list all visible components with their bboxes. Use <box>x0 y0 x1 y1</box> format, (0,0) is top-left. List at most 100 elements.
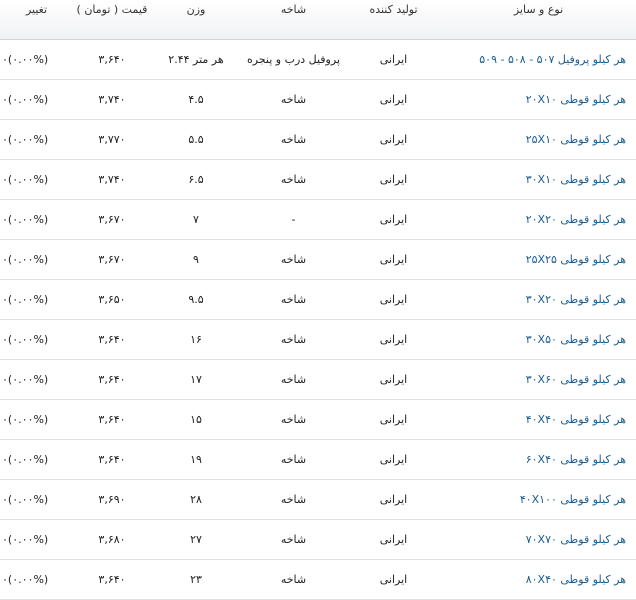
table-row: هر کیلو قوطی ۷۰X۷۰ ایرانی شاخه ۲۷ ۳,۶۸۰ (۰.۰۰… <box>0 519 636 560</box>
producer-column-cell: ایرانی <box>346 39 441 80</box>
producer-column-cell: ایرانی <box>346 279 441 320</box>
product-type-link[interactable]: هر کیلو قوطی ۲۰X۱۰ <box>526 93 626 106</box>
price-cell: ۳,۶۴۰ <box>98 53 126 66</box>
weight-cell: ۲۸ <box>190 493 202 506</box>
type-column-cell: هر کیلو قوطی ۴۰X۴۰ <box>441 399 636 440</box>
product-type-link[interactable]: هر کیلو قوطی ۴۰X۱۰۰ <box>520 493 626 506</box>
branch-cell: شاخه <box>280 493 307 506</box>
branch-column-cell: شاخه <box>241 519 346 560</box>
price-column-cell: ۳,۶۴۰ <box>73 39 151 80</box>
producer-cell: ایرانی <box>379 493 408 506</box>
change-column-cell: (۰.۰۰%)۰ <box>0 159 73 200</box>
weight-cell: ۹ <box>193 253 199 266</box>
producer-cell: ایرانی <box>379 373 408 386</box>
producer-cell: ایرانی <box>379 53 408 66</box>
weight-column-cell: ۹ <box>151 239 241 280</box>
weight-cell: ۱۹ <box>190 453 202 466</box>
type-column-cell: هر کیلو قوطی ۲۰X۲۰ <box>441 199 636 240</box>
producer-column-cell: ایرانی <box>346 359 441 400</box>
table-row: هر کیلو قوطی ۴۰X۱۰۰ ایرانی شاخه ۲۸ ۳,۶۹۰ (۰.۰… <box>0 479 636 520</box>
product-type-link[interactable]: هر کیلو قوطی ۳۰X۶۰ <box>526 373 626 386</box>
branch-cell: شاخه <box>280 93 307 106</box>
branch-cell: شاخه <box>280 133 307 146</box>
product-type-link[interactable]: هر کیلو قوطی ۴۰X۴۰ <box>526 413 626 426</box>
branch-cell: شاخه <box>280 573 307 586</box>
table-row: هر کیلو قوطی ۸۰X۴۰ ایرانی شاخه ۲۳ ۳,۶۴۰ (۰.۰۰… <box>0 559 636 600</box>
price-cell: ۳,۶۸۰ <box>98 533 126 546</box>
table-row: هر کیلو قوطی ۳۰X۱۰ ایرانی شاخه ۶.۵ ۳,۷۴۰ (۰.۰… <box>0 159 636 200</box>
branch-cell: - <box>291 213 296 226</box>
weight-column-cell: ۱۹ <box>151 439 241 480</box>
producer-cell: ایرانی <box>379 413 408 426</box>
header-branch[interactable]: شاخه <box>241 0 346 40</box>
producer-column-cell: ایرانی <box>346 439 441 480</box>
product-type-link[interactable]: هر کیلو قوطی ۲۵X۱۰ <box>526 133 626 146</box>
table-row: هر کیلو قوطی ۴۰X۴۰ ایرانی شاخه ۱۵ ۳,۶۴۰ (۰.۰۰… <box>0 399 636 440</box>
product-type-link[interactable]: هر کیلو قوطی ۳۰X۵۰ <box>526 333 626 346</box>
change-column-cell: (۰.۰۰%)۰ <box>0 439 73 480</box>
weight-cell: ۹.۵ <box>188 293 204 306</box>
header-producer[interactable]: تولید کننده <box>346 0 441 40</box>
product-type-link[interactable]: هر کیلو پروفیل ۵۰۷ - ۵۰۸ - ۵۰۹ <box>479 53 626 66</box>
price-column-cell: ۳,۷۷۰ <box>73 119 151 160</box>
table-row: هر کیلو قوطی ۲۰X۲۰ ایرانی - ۷ ۳,۶۷۰ (۰.۰۰%)۰ <box>0 199 636 240</box>
product-type-link[interactable]: هر کیلو قوطی ۸۰X۴۰ <box>526 573 626 586</box>
price-cell: ۳,۶۵۰ <box>98 293 126 306</box>
producer-column-cell: ایرانی <box>346 199 441 240</box>
type-column-cell: هر کیلو قوطی ۸۰X۴۰ <box>441 559 636 600</box>
weight-cell: ۶.۵ <box>188 173 204 186</box>
change-column-cell: (۰.۰۰%)۰ <box>0 519 73 560</box>
change-column-cell: (۰.۰۰%)۰ <box>0 559 73 600</box>
branch-cell: شاخه <box>280 253 307 266</box>
header-change[interactable]: تغییر <box>0 0 73 40</box>
price-cell: ۳,۷۴۰ <box>98 173 126 186</box>
product-type-link[interactable]: هر کیلو قوطی ۲۵X۲۵ <box>526 253 626 266</box>
branch-column-cell: شاخه <box>241 439 346 480</box>
weight-column-cell: ۵.۵ <box>151 119 241 160</box>
type-column-cell: هر کیلو پروفیل ۵۰۷ - ۵۰۸ - ۵۰۹ <box>441 39 636 80</box>
product-type-link[interactable]: هر کیلو قوطی ۳۰X۲۰ <box>526 293 626 306</box>
weight-cell: ۱۶ <box>190 333 202 346</box>
header-type[interactable]: نوع و سایز <box>441 0 636 40</box>
branch-cell: شاخه <box>280 373 307 386</box>
producer-cell: ایرانی <box>379 453 408 466</box>
weight-column-cell: ۴.۵ <box>151 79 241 120</box>
weight-cell: ۲۷ <box>190 533 202 546</box>
weight-cell: ۱۷ <box>190 373 202 386</box>
price-column-cell: ۳,۶۷۰ <box>73 199 151 240</box>
producer-cell: ایرانی <box>379 133 408 146</box>
change-cell: (۰.۰۰%)۰ <box>2 333 49 346</box>
change-cell: (۰.۰۰%)۰ <box>2 293 49 306</box>
producer-column-cell: ایرانی <box>346 79 441 120</box>
price-column-cell: ۳,۶۵۰ <box>73 279 151 320</box>
header-row: نوع و سایز تولید کننده شاخه وزن قیمت ( ت… <box>0 0 636 40</box>
product-type-link[interactable]: هر کیلو قوطی ۳۰X۱۰ <box>526 173 626 186</box>
weight-cell: ۴.۵ <box>188 93 204 106</box>
change-column-cell: (۰.۰۰%)۰ <box>0 479 73 520</box>
branch-column-cell: شاخه <box>241 279 346 320</box>
branch-cell: شاخه <box>280 173 307 186</box>
price-cell: ۳,۶۷۰ <box>98 213 126 226</box>
branch-cell: شاخه <box>280 333 307 346</box>
product-type-link[interactable]: هر کیلو قوطی ۲۰X۲۰ <box>526 213 626 226</box>
price-column-cell: ۳,۷۴۰ <box>73 159 151 200</box>
type-column-cell: هر کیلو قوطی ۳۰X۲۰ <box>441 279 636 320</box>
table-row: هر کیلو قوطی ۲۵X۱۰ ایرانی شاخه ۵.۵ ۳,۷۷۰ (۰.۰… <box>0 119 636 160</box>
producer-cell: ایرانی <box>379 93 408 106</box>
branch-column-cell: شاخه <box>241 239 346 280</box>
type-column-cell: هر کیلو قوطی ۴۰X۱۰۰ <box>441 479 636 520</box>
weight-column-cell: ۱۶ <box>151 319 241 360</box>
table-header: نوع و سایز تولید کننده شاخه وزن قیمت ( ت… <box>0 0 636 40</box>
product-type-link[interactable]: هر کیلو قوطی ۶۰X۴۰ <box>526 453 626 466</box>
header-weight[interactable]: وزن <box>151 0 241 40</box>
weight-cell: ۲۳ <box>190 573 202 586</box>
table-row: هر کیلو پروفیل ۵۰۷ - ۵۰۸ - ۵۰۹ ایرانی پروف… <box>0 39 636 80</box>
type-column-cell: هر کیلو قوطی ۳۰X۶۰ <box>441 359 636 400</box>
header-price[interactable]: قیمت ( تومان ) <box>73 0 151 40</box>
product-type-link[interactable]: هر کیلو قوطی ۷۰X۷۰ <box>526 533 626 546</box>
price-column-cell: ۳,۶۸۰ <box>73 519 151 560</box>
producer-cell: ایرانی <box>379 293 408 306</box>
weight-column-cell: ۹.۵ <box>151 279 241 320</box>
change-cell: (۰.۰۰%)۰ <box>2 133 49 146</box>
type-column-cell: هر کیلو قوطی ۳۰X۱۰ <box>441 159 636 200</box>
